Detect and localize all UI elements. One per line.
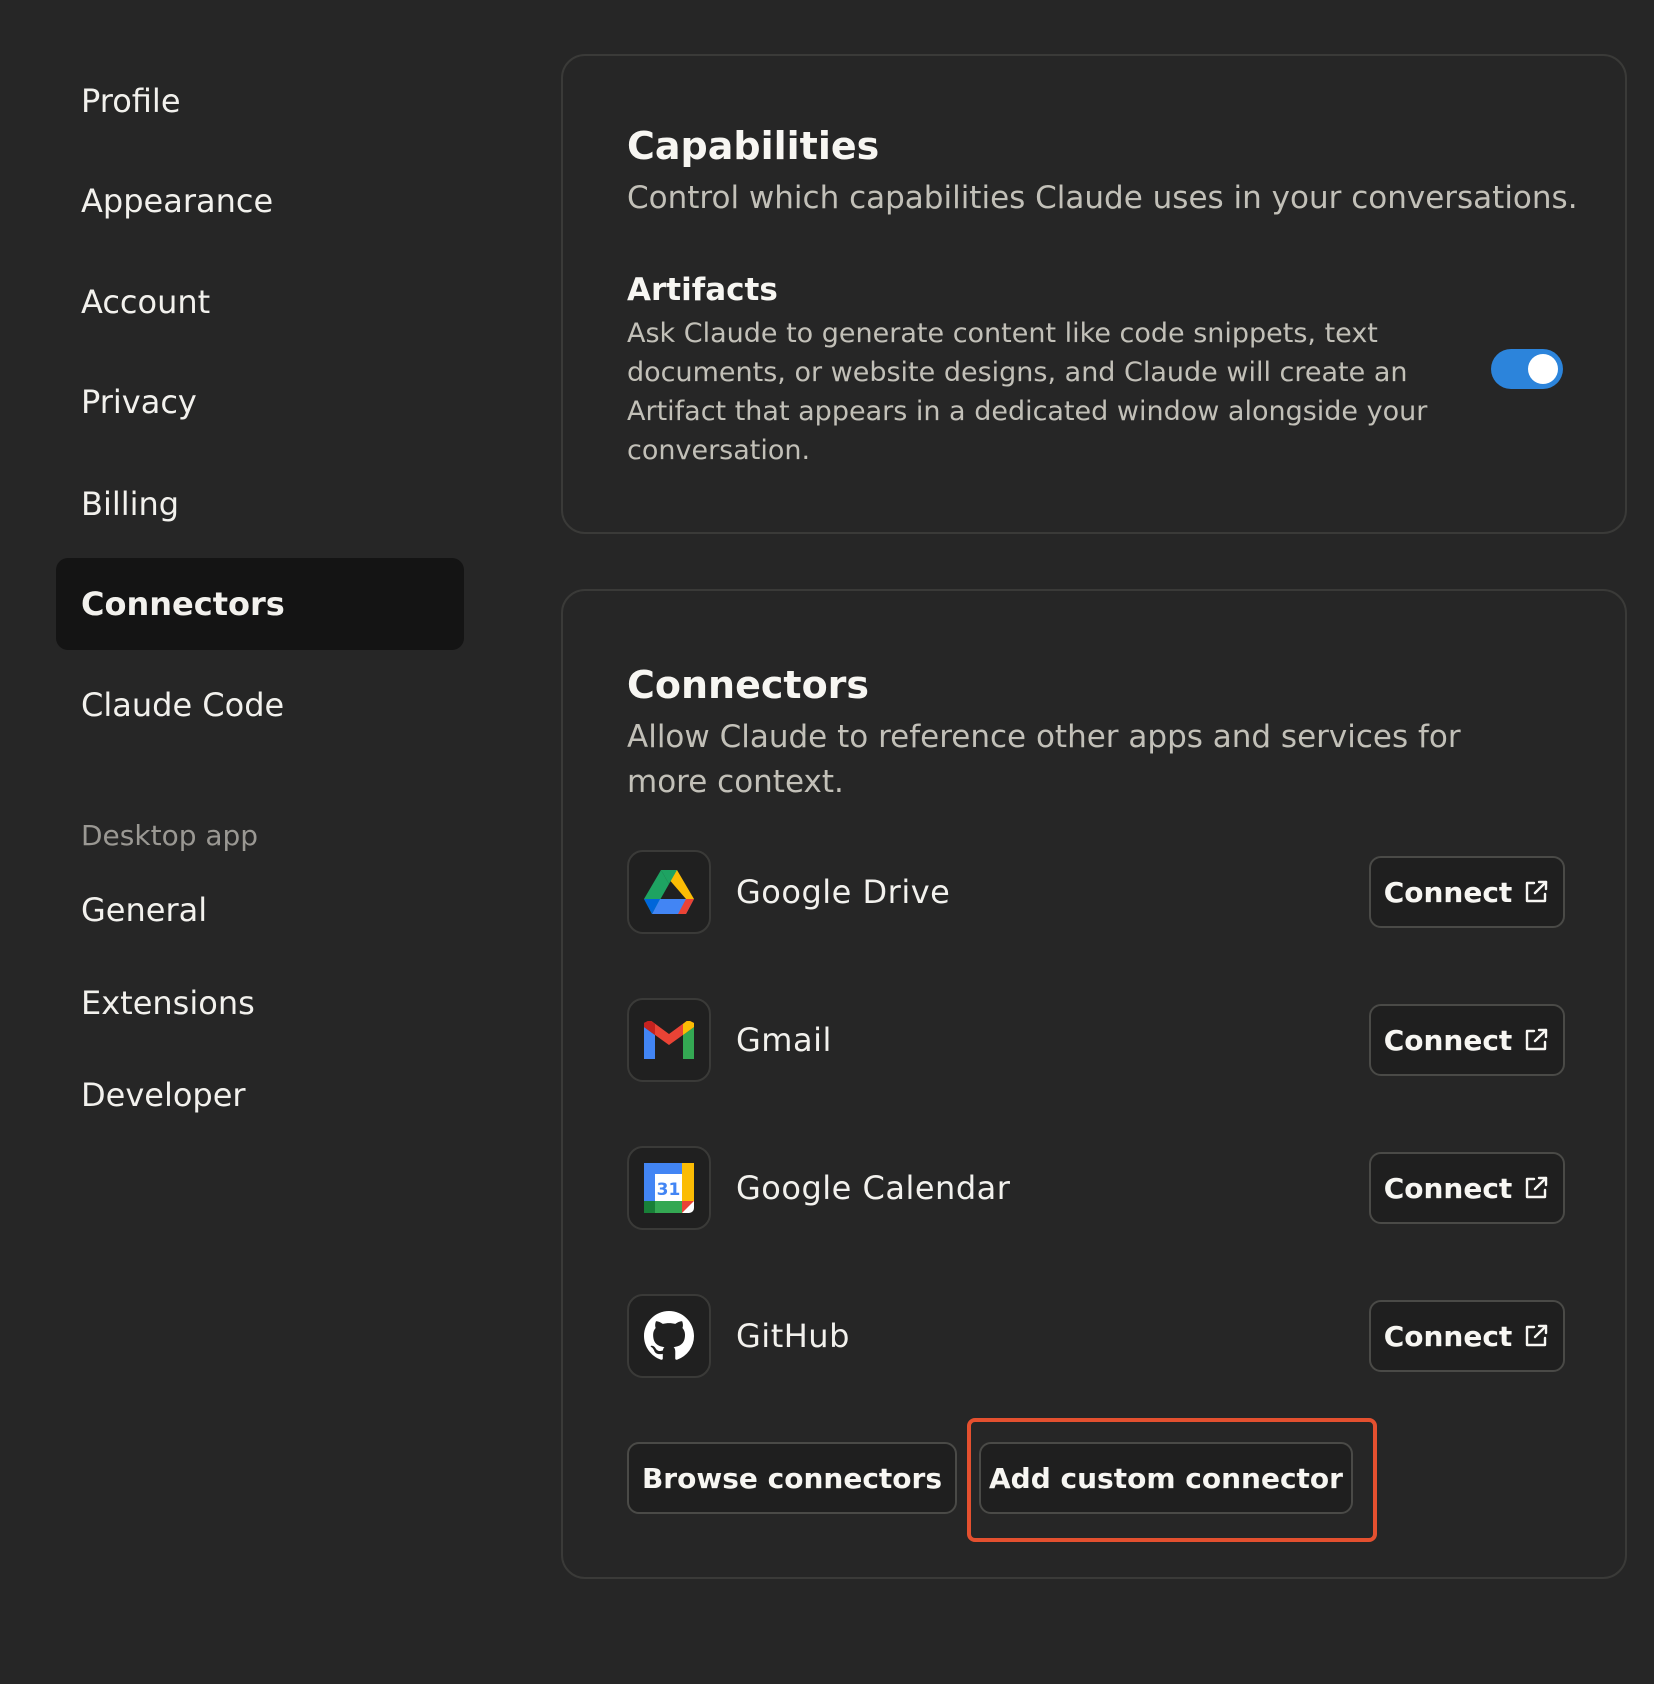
sidebar-item-profile[interactable]: Profile [56, 55, 464, 147]
sidebar-item-extensions[interactable]: Extensions [56, 957, 464, 1049]
connect-label: Connect [1383, 875, 1513, 909]
sidebar-item-privacy[interactable]: Privacy [56, 356, 464, 448]
external-link-icon [1522, 1026, 1550, 1054]
connector-name: Gmail [736, 1021, 832, 1059]
connect-label: Connect [1383, 1023, 1513, 1057]
connector-name: Google Drive [736, 873, 951, 911]
google-calendar-icon: 31 [627, 1146, 711, 1230]
gmail-icon [627, 998, 711, 1082]
sidebar-item-connectors[interactable]: Connectors [56, 558, 464, 650]
github-icon [627, 1294, 711, 1378]
connector-row-google-drive: Google Drive Connect [627, 850, 1565, 934]
settings-sidebar: Profile Appearance Account Privacy Billi… [0, 0, 470, 1684]
connector-row-gmail: Gmail Connect [627, 998, 1565, 1082]
connector-row-github: GitHub Connect [627, 1294, 1565, 1378]
external-link-icon [1522, 1174, 1550, 1202]
capabilities-title: Capabilities [627, 124, 880, 168]
connect-gmail-button[interactable]: Connect [1369, 1004, 1565, 1076]
connect-google-calendar-button[interactable]: Connect [1369, 1152, 1565, 1224]
connect-github-button[interactable]: Connect [1369, 1300, 1565, 1372]
connector-row-google-calendar: 31 Google Calendar Connect [627, 1146, 1565, 1230]
browse-connectors-button[interactable]: Browse connectors [627, 1442, 957, 1514]
sidebar-item-billing[interactable]: Billing [56, 458, 464, 550]
artifacts-title: Artifacts [627, 272, 778, 308]
artifacts-description: Ask Claude to generate content like code… [627, 318, 1428, 466]
sidebar-section-desktop-app: Desktop app [81, 819, 259, 852]
capabilities-subtitle: Control which capabilities Claude uses i… [627, 180, 1578, 216]
connectors-title: Connectors [627, 663, 870, 707]
connect-label: Connect [1383, 1171, 1513, 1205]
connectors-subtitle: Allow Claude to reference other apps and… [627, 719, 1461, 800]
connect-label: Connect [1383, 1319, 1513, 1353]
toggle-knob [1528, 354, 1558, 384]
calendar-day-text: 31 [657, 1180, 681, 1200]
highlight-box [967, 1418, 1377, 1542]
connector-name: Google Calendar [736, 1169, 1011, 1207]
sidebar-item-account[interactable]: Account [56, 256, 464, 348]
sidebar-item-general[interactable]: General [56, 864, 464, 956]
sidebar-item-appearance[interactable]: Appearance [56, 155, 464, 247]
artifacts-toggle[interactable] [1491, 349, 1563, 389]
capabilities-card: Capabilities Control which capabilities … [561, 54, 1627, 534]
sidebar-item-claude-code[interactable]: Claude Code [56, 659, 464, 751]
connect-google-drive-button[interactable]: Connect [1369, 856, 1565, 928]
connector-name: GitHub [736, 1317, 850, 1355]
sidebar-item-developer[interactable]: Developer [56, 1049, 464, 1141]
google-drive-icon [627, 850, 711, 934]
external-link-icon [1522, 878, 1550, 906]
external-link-icon [1522, 1322, 1550, 1350]
